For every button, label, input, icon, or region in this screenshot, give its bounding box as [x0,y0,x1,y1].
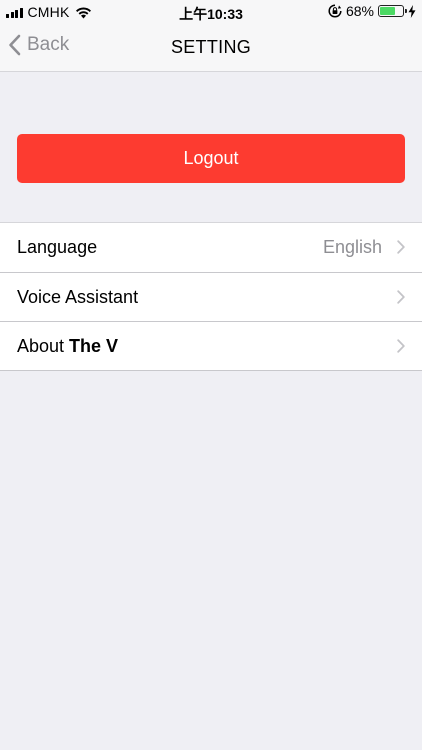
language-row[interactable]: Language English [0,223,422,272]
about-label: About The V [17,336,118,357]
battery-percent: 68% [345,3,374,19]
language-value: English [322,237,382,257]
chevron-right-icon [397,240,405,254]
voice-assistant-label: Voice Assistant [17,286,139,307]
rotation-lock-icon [328,4,342,18]
status-bar: CMHK 上午10:33 68% [0,0,422,24]
language-label: Language [17,237,98,257]
voice-assistant-row[interactable]: Voice Assistant [0,272,422,321]
about-row[interactable]: About The V [0,321,422,370]
charging-bolt-icon [408,4,416,18]
status-right: 68% [328,3,416,19]
page-title: SETTING [170,37,252,57]
logout-button[interactable]: Logout [17,134,405,183]
app-name: The V [69,335,119,356]
navigation-bar: Back SETTING [0,24,422,72]
chevron-right-icon [397,290,405,304]
battery-level [380,7,395,15]
battery-icon [378,5,407,17]
settings-list: Language English Voice Assistant About T… [0,222,422,371]
settings-screen: CMHK 上午10:33 68% Back SETTING Logout Lan… [0,0,422,750]
chevron-right-icon [397,339,405,353]
about-prefix: About [17,335,70,356]
